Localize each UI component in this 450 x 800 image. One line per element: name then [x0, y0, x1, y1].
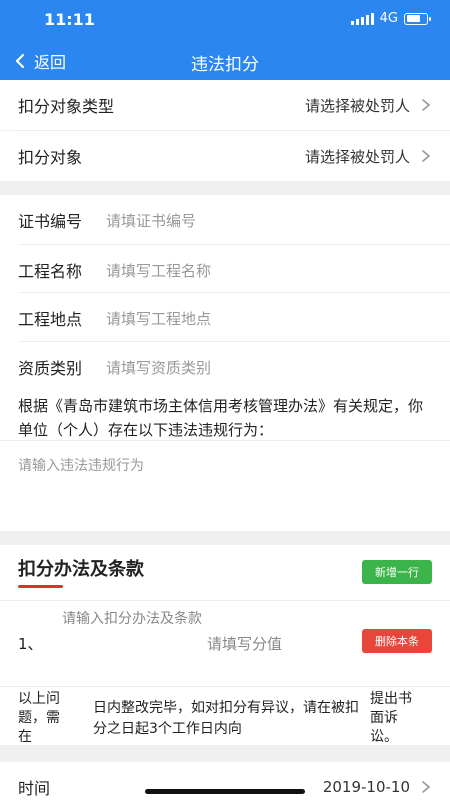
- target-type-row[interactable]: 扣分对象类型 请选择被处罚人: [0, 80, 450, 130]
- divider: [0, 686, 450, 687]
- notice-col1: 以上问题，需在: [18, 691, 60, 745]
- deduction-title: 扣分办法及条款: [18, 559, 144, 580]
- qualification-input[interactable]: 请填写资质类别: [106, 357, 211, 378]
- network-type: 4G: [379, 11, 398, 26]
- signal-bars-icon: [350, 12, 374, 25]
- project-name-label: 工程名称: [18, 262, 83, 281]
- chevron-right-icon: [422, 99, 431, 111]
- status-bar: 11:11 4G: [0, 0, 450, 40]
- status-right: 4G: [350, 11, 431, 26]
- project-site-row: 工程地点 请填写工程地点: [0, 293, 450, 343]
- qualification-row: 资质类别 请填写资质类别: [0, 342, 450, 392]
- status-time: 11:11: [44, 10, 95, 29]
- target-label: 扣分对象: [18, 148, 83, 167]
- project-site-input[interactable]: 请填写工程地点: [106, 308, 211, 329]
- cert-number-label: 证书编号: [18, 212, 83, 231]
- project-name-input[interactable]: 请填写工程名称: [106, 260, 211, 281]
- delete-row-button[interactable]: 删除本条: [362, 629, 432, 653]
- battery-icon: [404, 12, 431, 25]
- divider: [0, 440, 450, 441]
- home-indicator[interactable]: [145, 789, 305, 794]
- notice-col3: 提出书面诉讼。: [370, 691, 412, 745]
- deduction-method-input[interactable]: 请输入扣分办法及条款: [62, 611, 202, 627]
- target-row[interactable]: 扣分对象 请选择被处罚人: [0, 131, 450, 181]
- nav-bar: 返回 违法扣分: [0, 40, 450, 80]
- qualification-label: 资质类别: [18, 359, 83, 378]
- violation-input[interactable]: 请输入违法违规行为: [18, 455, 144, 475]
- cert-number-row: 证书编号 请填证书编号: [0, 195, 450, 245]
- time-label: 时间: [18, 779, 51, 798]
- divider: [0, 600, 450, 601]
- target-type-value: 请选择被处罚人: [304, 96, 410, 115]
- score-input[interactable]: 请填写分值: [207, 633, 282, 654]
- cert-number-input[interactable]: 请填证书编号: [106, 210, 196, 231]
- time-row[interactable]: 时间 2019-10-10: [0, 762, 450, 800]
- project-site-label: 工程地点: [18, 310, 83, 329]
- target-value: 请选择被处罚人: [304, 147, 410, 166]
- project-name-row: 工程名称 请填写工程名称: [0, 245, 450, 295]
- chevron-right-icon: [422, 781, 431, 793]
- row-index: 1、: [18, 635, 43, 653]
- page-title: 违法扣分: [191, 55, 259, 75]
- notice-col2: 日内整改完毕，如对扣分有异议，请在被扣分之日起3个工作日内向: [93, 700, 359, 737]
- chevron-right-icon: [422, 150, 431, 162]
- target-type-label: 扣分对象类型: [18, 97, 115, 116]
- add-row-button[interactable]: 新增一行: [362, 560, 432, 584]
- title-underline: [18, 585, 63, 588]
- basis-text: 根据《青岛市建筑市场主体信用考核管理办法》有关规定，你单位（个人）存在以下违法违…: [18, 397, 424, 439]
